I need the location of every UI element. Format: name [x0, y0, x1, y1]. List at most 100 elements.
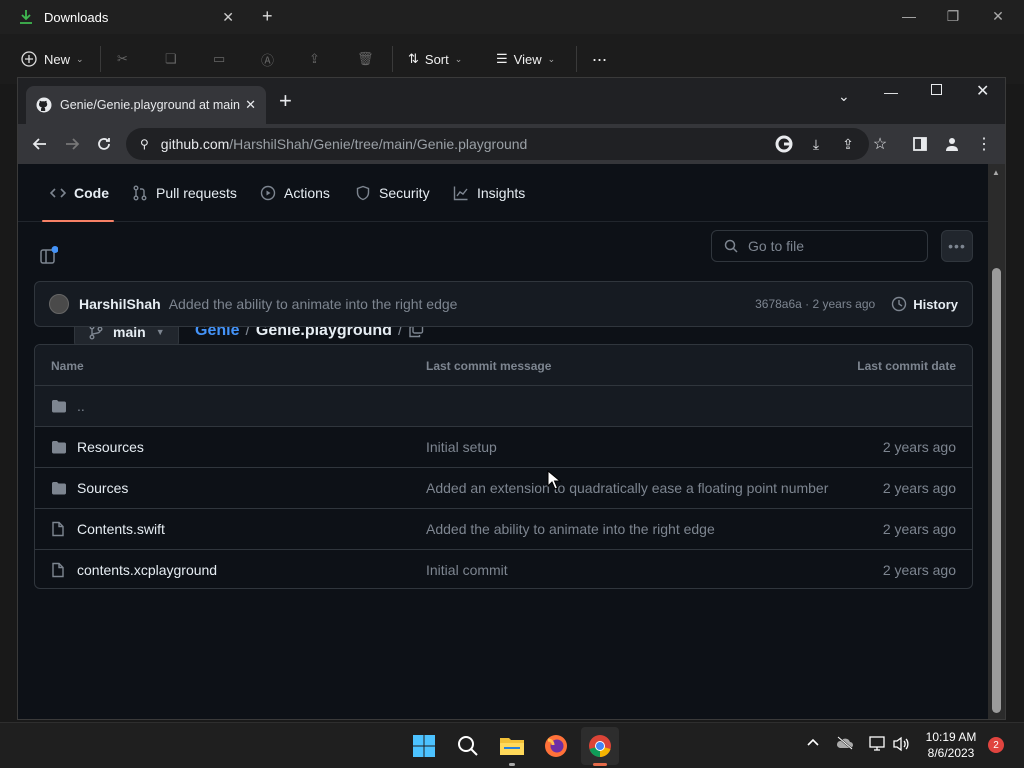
- explorer-tab[interactable]: Downloads ✕: [8, 2, 244, 32]
- tab-actions-label: Actions: [284, 185, 330, 201]
- url-path: /HarshilShah/Genie/tree/main/Genie.playg…: [229, 136, 528, 152]
- close-tab-icon[interactable]: ✕: [245, 97, 256, 113]
- copy-button[interactable]: ❏: [165, 46, 177, 72]
- parent-directory-link[interactable]: ..: [77, 398, 85, 414]
- sort-button[interactable]: ⇅ Sort ⌄: [408, 46, 462, 72]
- system-clock[interactable]: 10:19 AM 8/6/2023: [918, 729, 984, 761]
- browser-tab[interactable]: Genie/Genie.playground at main ✕: [26, 86, 266, 124]
- tab-insights[interactable]: Insights: [453, 164, 525, 222]
- github-icon: [36, 97, 52, 113]
- github-page: Code Pull requests Actions Security Insi…: [18, 164, 988, 719]
- site-info-icon[interactable]: ⚲: [140, 137, 149, 151]
- tab-security[interactable]: Security: [355, 164, 430, 222]
- file-name-link[interactable]: Resources: [77, 439, 144, 455]
- file-table: Name Last commit message Last commit dat…: [34, 344, 973, 589]
- volume-icon[interactable]: [892, 736, 910, 752]
- latest-commit-bar: HarshilShah Added the ability to animate…: [34, 281, 973, 327]
- folder-icon: [51, 440, 67, 454]
- start-icon[interactable]: [405, 727, 443, 765]
- commit-message[interactable]: Added the ability to animate into the ri…: [169, 296, 755, 312]
- back-icon[interactable]: [26, 130, 54, 158]
- firefox-icon[interactable]: [537, 727, 575, 765]
- minimize-button[interactable]: —: [884, 84, 898, 100]
- active-tab-indicator: [42, 220, 114, 222]
- tab-actions[interactable]: Actions: [260, 164, 330, 222]
- rename-button[interactable]: Ⓐ: [261, 46, 274, 72]
- chrome-icon[interactable]: [581, 727, 619, 765]
- address-bar[interactable]: ⚲ github.com/HarshilShah/Genie/tree/main…: [126, 128, 869, 160]
- browser-menu-icon[interactable]: ⋮: [970, 130, 998, 158]
- chevron-down-icon: ⌄: [76, 53, 84, 64]
- tab-search-icon[interactable]: ⌄: [838, 88, 850, 105]
- onedrive-offline-icon[interactable]: [836, 736, 854, 750]
- notification-badge[interactable]: 2: [988, 737, 1004, 753]
- actions-icon: [260, 185, 276, 201]
- parent-directory-row[interactable]: ..: [35, 385, 972, 426]
- commit-date: 2 years ago: [882, 562, 956, 578]
- new-label: New: [44, 51, 71, 67]
- file-name-link[interactable]: contents.xcplayground: [77, 562, 217, 578]
- chevron-up-icon[interactable]: [806, 736, 820, 750]
- chevron-down-icon: ⌄: [547, 53, 556, 64]
- table-row[interactable]: Sources Added an extension to quadratica…: [35, 467, 972, 508]
- new-tab-button[interactable]: +: [262, 6, 273, 27]
- download-icon: [18, 9, 34, 25]
- browser-tab-title: Genie/Genie.playground at main: [60, 98, 240, 112]
- profile-icon[interactable]: [938, 130, 966, 158]
- scroll-up-arrow-icon[interactable]: ▲: [992, 168, 1000, 177]
- install-app-icon[interactable]: ⤓: [802, 130, 830, 158]
- sidebar-toggle-icon[interactable]: [38, 246, 58, 266]
- new-tab-button[interactable]: +: [279, 90, 292, 112]
- tab-pull-requests[interactable]: Pull requests: [132, 164, 237, 222]
- avatar[interactable]: [49, 294, 69, 314]
- forward-icon[interactable]: [58, 130, 86, 158]
- commit-message-link[interactable]: Initial commit: [426, 562, 508, 578]
- page-scrollbar[interactable]: ▲: [988, 164, 1005, 719]
- more-options-button[interactable]: ...: [592, 42, 607, 68]
- file-name-link[interactable]: Sources: [77, 480, 128, 496]
- commit-date: 2 years ago: [882, 521, 956, 537]
- more-actions-button[interactable]: •••: [941, 230, 973, 262]
- search-icon[interactable]: [449, 727, 487, 765]
- paste-button[interactable]: ▭: [213, 46, 225, 72]
- commit-message-link[interactable]: Initial setup: [426, 439, 497, 455]
- delete-button[interactable]: 🗑: [357, 46, 374, 72]
- tab-code[interactable]: Code: [50, 164, 109, 222]
- commit-meta[interactable]: 3678a6a · 2 years ago: [755, 297, 875, 311]
- share-icon[interactable]: ⇪: [834, 130, 862, 158]
- close-window-button[interactable]: ✕: [975, 4, 1021, 28]
- mouse-cursor-icon: [547, 470, 561, 490]
- minimize-button[interactable]: —: [886, 4, 932, 28]
- commit-date: 2 years ago: [882, 480, 956, 496]
- plus-circle-icon: [20, 50, 38, 68]
- go-to-file-input[interactable]: Go to file: [711, 230, 928, 262]
- history-link[interactable]: History: [913, 297, 958, 312]
- table-row[interactable]: contents.xcplayground Initial commit 2 y…: [35, 549, 972, 588]
- table-row[interactable]: Resources Initial setup 2 years ago: [35, 426, 972, 467]
- close-icon[interactable]: ✕: [222, 9, 234, 26]
- maximize-button[interactable]: [931, 84, 942, 95]
- cut-button[interactable]: ✂: [117, 46, 128, 72]
- bookmark-star-icon[interactable]: ☆: [866, 130, 894, 158]
- sort-label: Sort: [424, 51, 449, 67]
- commit-message-link[interactable]: Added an extension to quadratically ease…: [426, 480, 828, 496]
- scrollbar-thumb[interactable]: [992, 268, 1001, 713]
- file-name-link[interactable]: Contents.swift: [77, 521, 165, 537]
- column-header-name: Name: [51, 358, 84, 373]
- commit-message-link[interactable]: Added the ability to animate into the ri…: [426, 521, 715, 537]
- commit-author[interactable]: HarshilShah: [79, 296, 161, 312]
- google-icon[interactable]: [770, 130, 798, 158]
- folder-icon: [51, 481, 67, 495]
- restore-button[interactable]: ❐: [930, 4, 976, 28]
- network-icon[interactable]: [869, 736, 887, 752]
- table-row[interactable]: Contents.swift Added the ability to anim…: [35, 508, 972, 549]
- reload-icon[interactable]: [90, 130, 118, 158]
- file-explorer-icon[interactable]: [493, 727, 531, 765]
- close-window-button[interactable]: ✕: [976, 81, 989, 101]
- new-button[interactable]: New ⌄: [20, 46, 84, 72]
- column-header-date: Last commit date: [857, 358, 956, 373]
- tab-code-label: Code: [74, 185, 109, 201]
- view-button[interactable]: ☰ View ⌄: [496, 46, 555, 72]
- share-button[interactable]: ⇪: [309, 46, 320, 72]
- side-panel-icon[interactable]: [906, 130, 934, 158]
